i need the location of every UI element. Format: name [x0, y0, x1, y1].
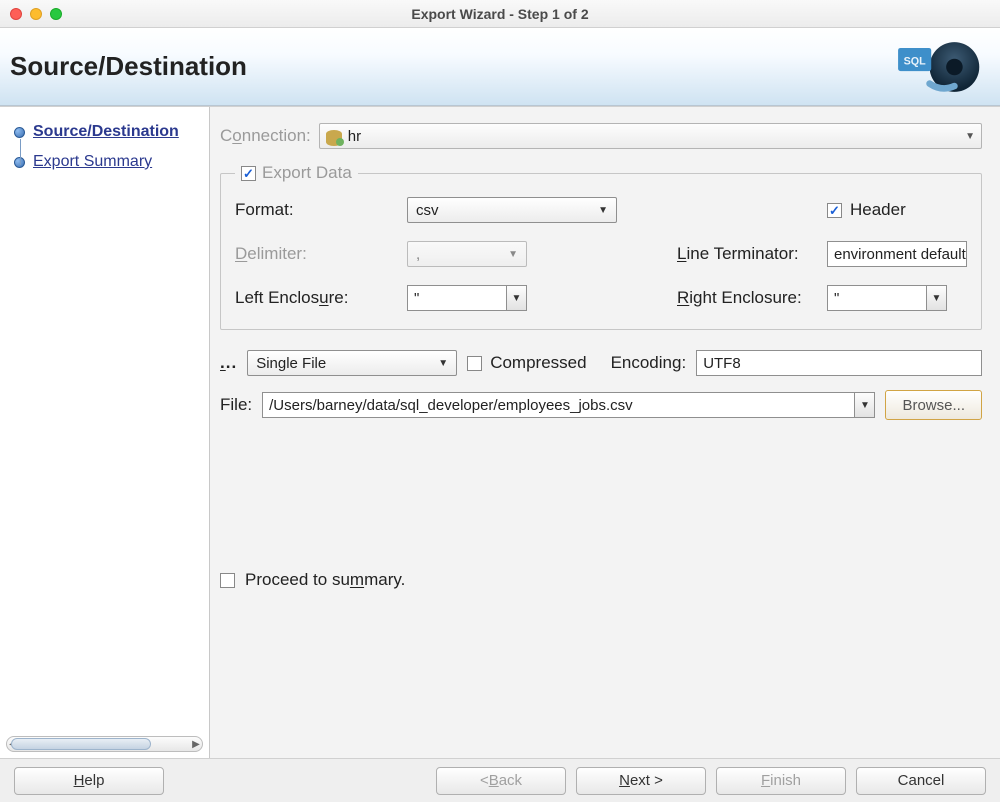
compressed-label: Compressed [490, 353, 586, 373]
minimize-window-icon[interactable] [30, 8, 42, 20]
format-value: csv [416, 202, 439, 219]
encoding-value: UTF8 [703, 355, 741, 372]
connection-label: Connection: [220, 126, 311, 146]
chevron-down-icon[interactable]: ▼ [926, 286, 946, 310]
proceed-to-summary-row[interactable]: Proceed to summary. [220, 570, 982, 590]
window-titlebar: Export Wizard - Step 1 of 2 [0, 0, 1000, 28]
sidebar-horizontal-scrollbar[interactable]: ◀ ▶ [6, 736, 203, 752]
scroll-right-icon[interactable]: ▶ [188, 738, 204, 750]
chevron-down-icon[interactable]: ▼ [854, 393, 874, 417]
line-terminator-value: environment default [834, 246, 966, 263]
delimiter-value: , [416, 246, 420, 263]
step-label[interactable]: Source/Destination [33, 123, 179, 141]
chevron-down-icon: ▼ [965, 131, 975, 142]
wizard-steps-sidebar: Source/Destination Export Summary ◀ ▶ [0, 107, 210, 758]
export-data-legend: Export Data [235, 163, 358, 183]
browse-button[interactable]: Browse... [885, 390, 982, 420]
encoding-input[interactable]: UTF8 [696, 350, 982, 376]
page-title: Source/Destination [10, 51, 247, 82]
output-options-label: ... [220, 353, 237, 373]
zoom-window-icon[interactable] [50, 8, 62, 20]
chevron-down-icon[interactable]: ▼ [506, 286, 526, 310]
step-label[interactable]: Export Summary [33, 153, 152, 171]
chevron-down-icon: ▼ [438, 358, 448, 369]
wizard-footer: Help < Back Next > Finish Cancel [0, 758, 1000, 802]
right-enclosure-value: " [834, 290, 839, 307]
step-source-destination[interactable]: Source/Destination [14, 117, 203, 147]
compressed-checkbox-row[interactable]: Compressed [467, 353, 586, 373]
export-data-checkbox[interactable] [241, 166, 256, 181]
svg-text:SQL: SQL [904, 55, 927, 67]
line-terminator-input[interactable]: environment default [827, 241, 967, 267]
database-icon [326, 128, 342, 144]
chevron-down-icon: ▼ [598, 205, 608, 216]
step-export-summary[interactable]: Export Summary [14, 147, 203, 177]
proceed-label: Proceed to summary. [245, 570, 405, 590]
finish-button: Finish [716, 767, 846, 795]
compressed-checkbox[interactable] [467, 356, 482, 371]
file-path-input[interactable]: /Users/barney/data/sql_developer/employe… [262, 392, 875, 418]
step-bullet-icon [14, 127, 25, 138]
header-checkbox-row[interactable]: Header [827, 200, 967, 220]
left-enclosure-input[interactable]: " ▼ [407, 285, 527, 311]
file-path-value: /Users/barney/data/sql_developer/employe… [269, 397, 633, 414]
right-enclosure-label: Right Enclosure: [677, 288, 827, 308]
format-label: Format: [235, 200, 407, 220]
banner-art: SQL [838, 37, 988, 97]
back-button: < Back [436, 767, 566, 795]
output-options-row: ... Single File ▼ Compressed Encoding: U… [220, 350, 982, 376]
output-mode-select[interactable]: Single File ▼ [247, 350, 457, 376]
delimiter-label: Delimiter: [235, 244, 407, 264]
wizard-banner: Source/Destination SQL [0, 28, 1000, 106]
step-connector [20, 139, 21, 165]
help-button[interactable]: Help [14, 767, 164, 795]
encoding-label: Encoding: [611, 353, 687, 373]
file-label: File: [220, 395, 252, 415]
delimiter-select: , ▼ [407, 241, 527, 267]
window-controls [10, 8, 62, 20]
header-checkbox[interactable] [827, 203, 842, 218]
proceed-checkbox[interactable] [220, 573, 235, 588]
chevron-down-icon: ▼ [508, 249, 518, 260]
export-data-group: Export Data Format: csv ▼ Header Delimit… [220, 163, 982, 330]
close-window-icon[interactable] [10, 8, 22, 20]
output-mode-value: Single File [256, 355, 326, 372]
line-terminator-label: Line Terminator: [677, 244, 827, 264]
cancel-button[interactable]: Cancel [856, 767, 986, 795]
file-row: File: /Users/barney/data/sql_developer/e… [220, 390, 982, 420]
next-button[interactable]: Next > [576, 767, 706, 795]
right-enclosure-input[interactable]: " ▼ [827, 285, 947, 311]
connection-combo[interactable]: hr ▼ [319, 123, 982, 149]
left-enclosure-label: Left Enclosure: [235, 288, 407, 308]
header-label: Header [850, 200, 906, 220]
connection-value: hr [348, 128, 361, 145]
connection-row: Connection: hr ▼ [220, 123, 982, 149]
scrollbar-thumb[interactable] [11, 738, 151, 750]
left-enclosure-value: " [414, 290, 419, 307]
wizard-body: Source/Destination Export Summary ◀ ▶ Co… [0, 106, 1000, 758]
format-select[interactable]: csv ▼ [407, 197, 617, 223]
window-title: Export Wizard - Step 1 of 2 [0, 6, 1000, 22]
wizard-content: Connection: hr ▼ Export Data Format: csv… [210, 107, 1000, 758]
